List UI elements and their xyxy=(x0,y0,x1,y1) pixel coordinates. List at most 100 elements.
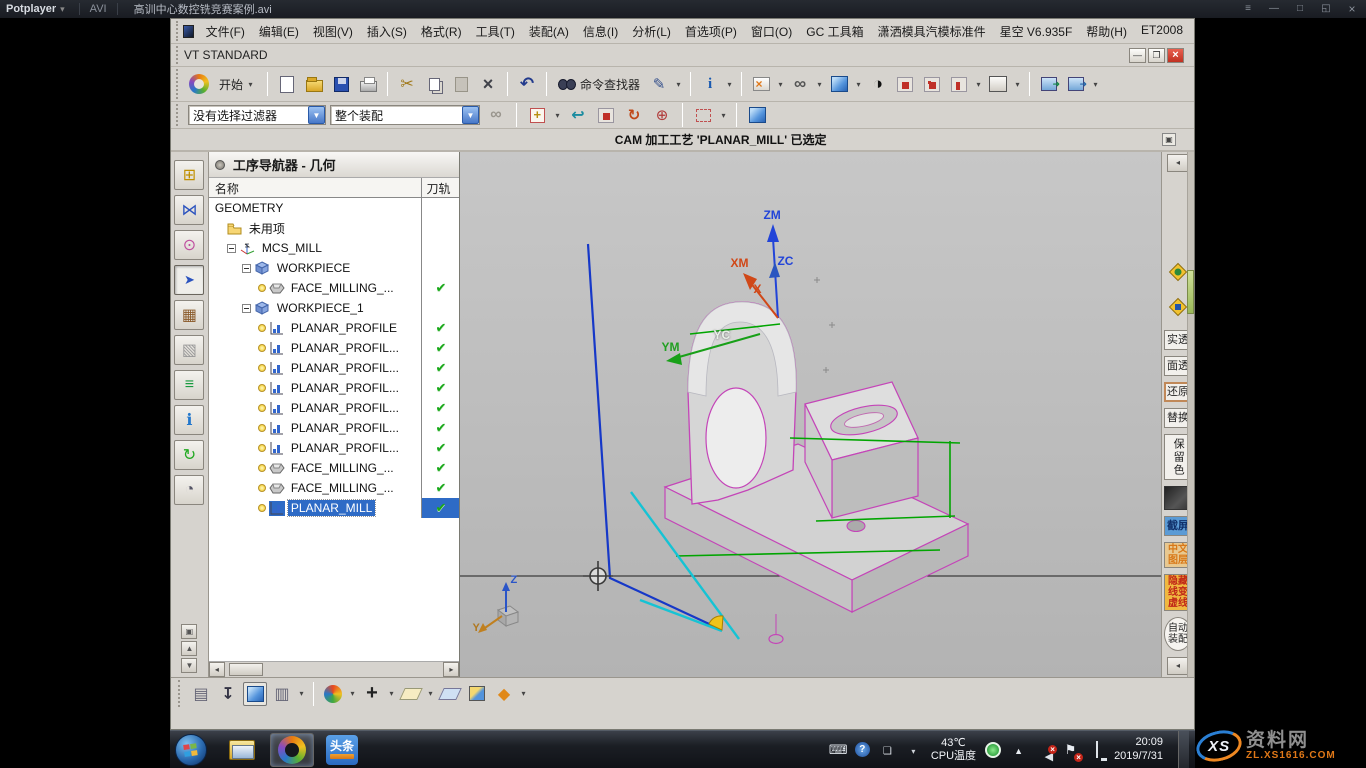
expander-icon[interactable] xyxy=(227,244,236,253)
chevron-down-icon[interactable] xyxy=(553,103,562,127)
taskbar-explorer-button[interactable] xyxy=(220,733,264,767)
wireframe-select-button[interactable] xyxy=(594,103,618,127)
save-button[interactable] xyxy=(329,72,353,96)
cut-button[interactable] xyxy=(395,72,419,96)
chevron-down-icon[interactable] xyxy=(387,682,396,706)
part-navigator-icon[interactable] xyxy=(174,230,204,260)
tree-row[interactable]: MCS_MILL xyxy=(209,238,460,258)
true-shading-button[interactable] xyxy=(788,72,812,96)
selection-filter-dropdown[interactable]: 没有选择过滤器 xyxy=(188,105,326,125)
nx-logo-icon[interactable] xyxy=(187,72,211,96)
pan-view-button[interactable] xyxy=(1064,72,1088,96)
menu-item[interactable]: 分析(L) xyxy=(625,21,678,42)
vertical-scrollbar[interactable] xyxy=(1187,152,1194,677)
tree-row[interactable]: PLANAR_PROFIL...✔ xyxy=(209,438,460,458)
menu-item[interactable]: 帮助(H) xyxy=(1079,21,1134,42)
player-brand[interactable]: Potplayer xyxy=(6,3,56,15)
show-tool-path-button[interactable] xyxy=(321,682,345,706)
chevron-down-icon[interactable] xyxy=(854,72,863,96)
show-hide-button[interactable] xyxy=(893,72,917,96)
close-icon[interactable] xyxy=(1344,2,1360,16)
menu-item[interactable]: 装配(A) xyxy=(522,21,576,42)
print-button[interactable] xyxy=(356,72,380,96)
menu-item[interactable]: 信息(I) xyxy=(576,21,625,42)
chevron-down-icon[interactable] xyxy=(905,742,922,757)
rotate-view-button[interactable] xyxy=(622,103,646,127)
show-desktop-button[interactable] xyxy=(1178,731,1189,768)
machine-tool-navigator-icon[interactable] xyxy=(174,300,204,330)
expander-icon[interactable] xyxy=(242,304,251,313)
bulb-icon[interactable] xyxy=(258,404,266,412)
minimize-icon[interactable] xyxy=(1129,48,1146,63)
process-assistant-icon[interactable] xyxy=(174,335,204,365)
column-name[interactable]: 名称 xyxy=(209,178,423,197)
delete-button[interactable] xyxy=(476,72,500,96)
cpu-temp[interactable]: 43℃ CPU温度 xyxy=(931,737,976,762)
maximize-icon[interactable] xyxy=(1292,2,1308,16)
chevron-down-icon[interactable] xyxy=(815,72,824,96)
minimize-icon[interactable] xyxy=(1266,2,1282,16)
edit-object-display-button[interactable] xyxy=(986,72,1010,96)
menu-item[interactable]: 视图(V) xyxy=(306,21,360,42)
datum-plane-button[interactable] xyxy=(399,682,423,706)
bounded-plane-button[interactable] xyxy=(438,682,462,706)
chevron-down-icon[interactable] xyxy=(519,682,528,706)
menu-item[interactable]: 星空 V6.935F xyxy=(993,21,1080,42)
menu-item[interactable]: 潇洒模具汽模标准件 xyxy=(871,21,993,42)
show-hidden-icons[interactable] xyxy=(1010,742,1027,757)
polyhedron-button[interactable] xyxy=(492,682,516,706)
scroll-right-icon[interactable] xyxy=(443,662,459,677)
expander-icon[interactable] xyxy=(242,264,251,273)
pin-icon[interactable] xyxy=(215,160,225,170)
move-object-button[interactable] xyxy=(947,72,971,96)
toolbar-grip[interactable] xyxy=(176,21,180,41)
chevron-down-icon[interactable] xyxy=(719,103,728,127)
history-icon[interactable] xyxy=(174,440,204,470)
library-icon[interactable] xyxy=(174,370,204,400)
chevron-down-icon[interactable] xyxy=(725,72,734,96)
toolbar-grip[interactable] xyxy=(178,680,183,707)
toolbar-grip[interactable] xyxy=(176,46,181,64)
menu-item[interactable]: 编辑(E) xyxy=(252,21,306,42)
snap-point-button[interactable] xyxy=(525,103,549,127)
tree-row[interactable]: FACE_MILLING_...✔ xyxy=(209,278,460,298)
bulb-icon[interactable] xyxy=(258,344,266,352)
bulb-icon[interactable] xyxy=(258,464,266,472)
chevron-down-icon[interactable] xyxy=(348,682,357,706)
bulb-icon[interactable] xyxy=(258,504,266,512)
paste-button[interactable] xyxy=(449,72,473,96)
bulb-icon[interactable] xyxy=(258,424,266,432)
window-layout-button[interactable] xyxy=(749,72,773,96)
menu-item[interactable]: 首选项(P) xyxy=(678,21,744,42)
fit-view-button[interactable] xyxy=(1037,72,1061,96)
action-center-icon[interactable] xyxy=(1062,742,1079,758)
tree-row[interactable]: PLANAR_MILL✔ xyxy=(209,498,460,518)
collapse-left-icon[interactable] xyxy=(1167,657,1189,675)
scroll-left-icon[interactable] xyxy=(209,662,225,677)
close-icon[interactable] xyxy=(1167,48,1184,63)
menu-item[interactable]: GC 工具箱 xyxy=(799,21,870,42)
scroll-thumb[interactable] xyxy=(229,663,263,676)
web-browser-icon[interactable] xyxy=(174,405,204,435)
create-tool-button[interactable] xyxy=(216,682,240,706)
menu-item[interactable]: 工具(T) xyxy=(469,21,522,42)
immediate-hide-button[interactable] xyxy=(920,72,944,96)
chevron-down-icon[interactable] xyxy=(246,72,255,96)
new-file-button[interactable] xyxy=(275,72,299,96)
create-program-button[interactable] xyxy=(189,682,213,706)
bulb-icon[interactable] xyxy=(258,364,266,372)
chevron-down-icon[interactable]: ▾ xyxy=(60,4,65,15)
tree-row[interactable]: PLANAR_PROFIL...✔ xyxy=(209,358,460,378)
scroll-down-icon[interactable] xyxy=(181,658,197,673)
chevron-down-icon[interactable] xyxy=(674,72,683,96)
assembly-navigator-icon[interactable] xyxy=(174,160,204,190)
tree-row[interactable]: PLANAR_PROFILE✔ xyxy=(209,318,460,338)
fullscreen-icon[interactable] xyxy=(1318,2,1334,16)
quick-pick-button[interactable] xyxy=(647,72,671,96)
chevron-down-icon[interactable] xyxy=(297,682,306,706)
object-info-button[interactable] xyxy=(698,72,722,96)
tree-row[interactable]: PLANAR_PROFIL...✔ xyxy=(209,418,460,438)
collapse-left-icon[interactable] xyxy=(1167,154,1189,172)
bulb-icon[interactable] xyxy=(258,444,266,452)
antivirus-icon[interactable] xyxy=(985,742,1001,758)
